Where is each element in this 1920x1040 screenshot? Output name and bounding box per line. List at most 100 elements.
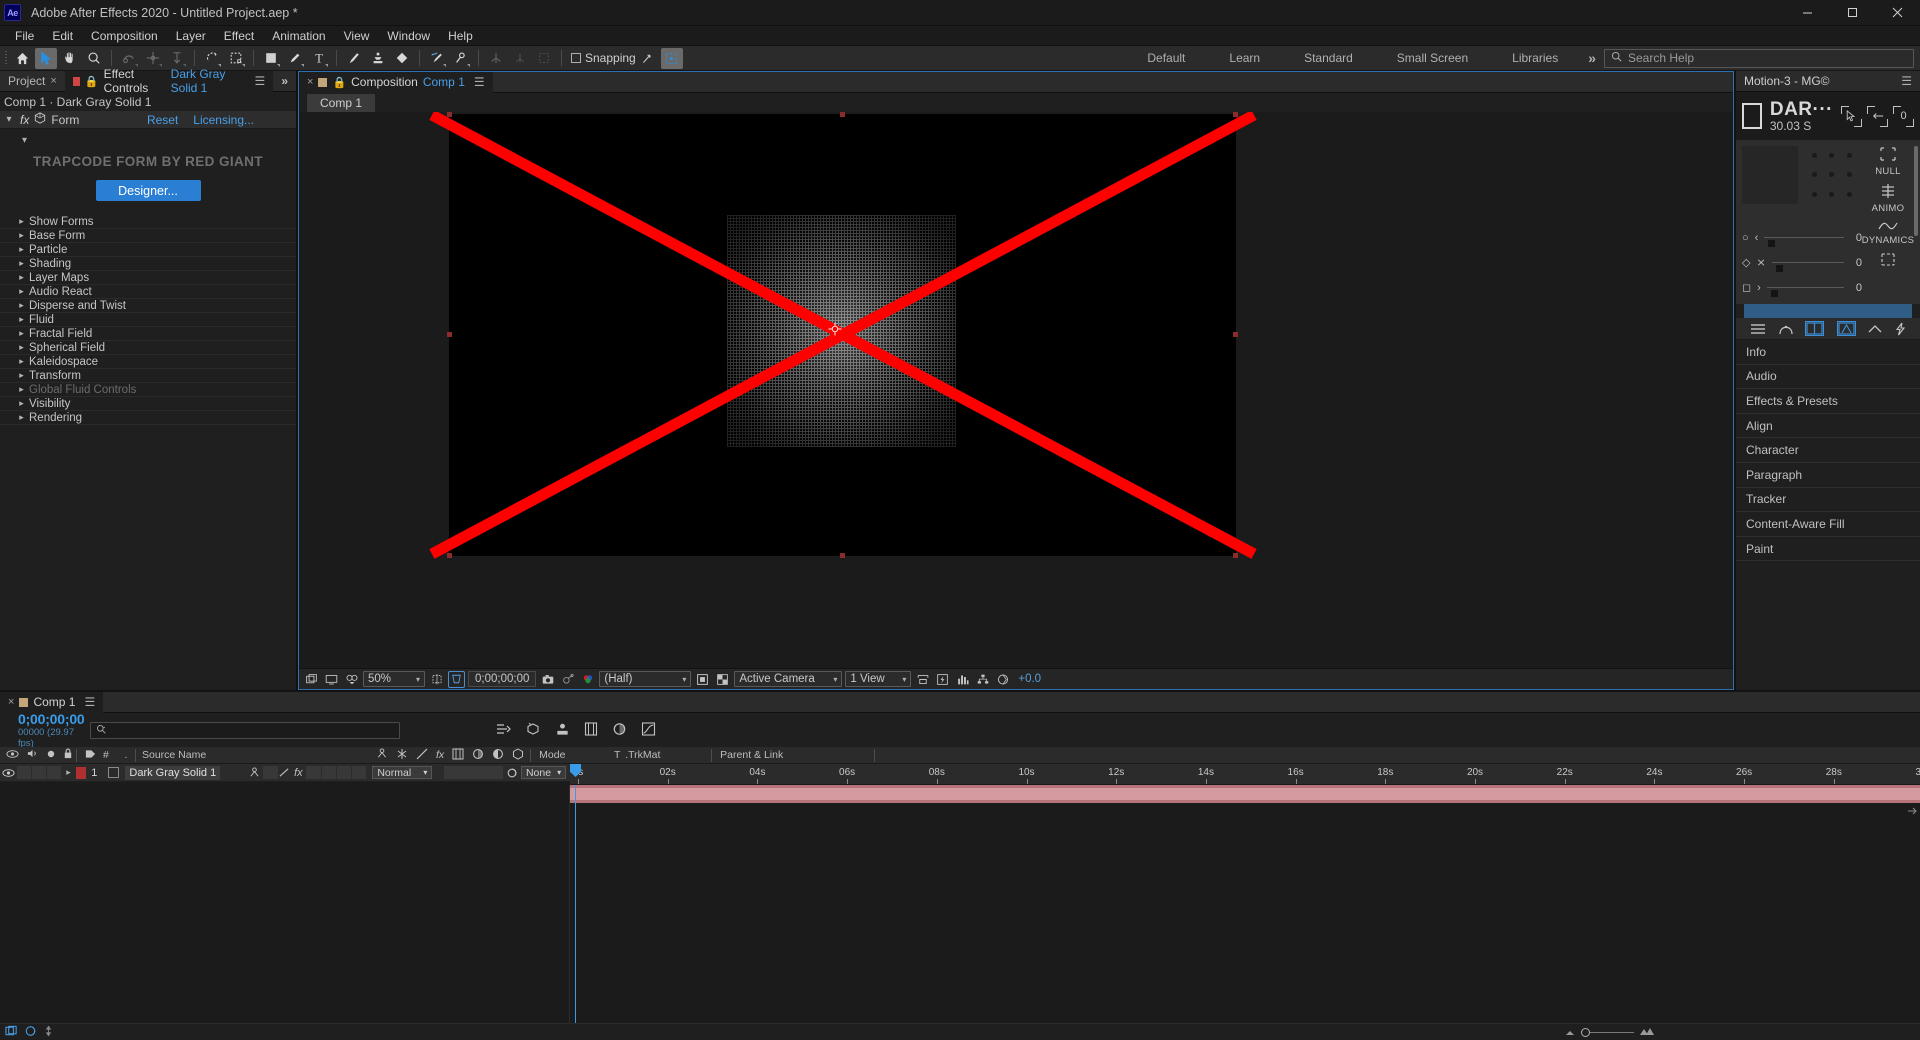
chevron-right-icon[interactable]: › [1757,282,1761,294]
dynamics-icon[interactable] [1878,220,1898,234]
layer-collapse-toggle[interactable] [263,766,278,779]
region-of-interest-toggle-icon[interactable] [694,671,711,688]
anchor-dot[interactable] [1841,185,1858,204]
puppet-pin-tool-icon[interactable] [450,48,472,69]
layer-parent-pickwhip-icon[interactable] [503,767,521,779]
panel-item-paragraph[interactable]: Paragraph [1736,463,1920,488]
graph-editor-icon[interactable] [641,721,656,739]
workspace-libraries[interactable]: Libraries [1490,46,1580,71]
chevron-right-icon[interactable]: ▸ [17,356,26,367]
panel-item-paint[interactable]: Paint [1736,537,1920,562]
region-of-interest-icon[interactable] [448,670,465,688]
chevron-right-icon[interactable]: ▸ [17,230,26,241]
graph-editor-toggle-icon[interactable] [24,1025,37,1040]
workspace-small-screen[interactable]: Small Screen [1375,46,1490,71]
search-help-input[interactable] [1628,51,1907,65]
collapse-transform-icon[interactable] [396,748,408,763]
lock-icon[interactable]: 🔒 [85,75,99,88]
chevron-right-icon[interactable]: ▸ [17,412,26,423]
lock-icon[interactable]: 🔒 [332,76,346,89]
transform-box-icon[interactable] [660,47,683,69]
anchor-dot[interactable] [1806,146,1823,165]
rectangle-tool-icon[interactable] [260,48,282,69]
resolution-select[interactable]: (Half) ▾ [599,671,692,687]
label-color-icon[interactable] [85,749,96,762]
layer-audio-toggle[interactable] [16,766,31,779]
layer-3d-toggle[interactable] [352,766,367,779]
menu-composition[interactable]: Composition [82,27,167,45]
comp-flowchart-icon[interactable] [974,671,991,688]
diamond-icon[interactable]: ◇ [1742,256,1750,269]
panel-menu-icon[interactable]: ☰ [1901,74,1912,88]
arrow-left-icon[interactable] [1867,105,1888,127]
close-icon[interactable] [1875,0,1920,26]
motion-scrollbar[interactable] [1914,146,1918,236]
solo-icon[interactable] [46,749,56,762]
chevron-down-icon[interactable]: ▾ [3,114,15,125]
monitor-icon[interactable] [323,671,340,688]
property-layer-maps[interactable]: ▸ Layer Maps [0,271,296,285]
playhead[interactable] [570,764,581,1023]
circle-icon[interactable]: ○ [1742,232,1749,244]
menu-edit[interactable]: Edit [43,27,82,45]
square-icon[interactable]: ◻ [1742,281,1751,294]
frame-blending-icon[interactable] [584,721,598,739]
arc-icon[interactable] [1779,323,1793,335]
anchor-dot[interactable] [1806,185,1823,204]
three-d-layer-icon[interactable] [512,747,524,763]
clone-stamp-tool-icon[interactable] [367,48,389,69]
always-preview-icon[interactable] [303,671,320,688]
slider-row-rotation[interactable]: ◇ ⨯ 0 [1742,250,1862,275]
viewer-timecode[interactable]: 0;00;00;00 [468,671,537,687]
slider-track[interactable] [1766,287,1844,297]
panel-item-info[interactable]: Info [1736,340,1920,365]
tab-project[interactable]: Project × [0,71,65,92]
property-show-forms[interactable]: ▸ Show Forms [0,215,296,229]
pen-tool-icon[interactable] [284,48,306,69]
property-kaleidospace[interactable]: ▸ Kaleidospace [0,355,296,369]
selection-handle[interactable] [840,112,845,117]
pixel-aspect-icon[interactable] [914,671,931,688]
layer-parent-switch-icon[interactable] [247,767,262,778]
zoom-in-icon[interactable] [1639,1025,1655,1039]
workspace-standard[interactable]: Standard [1282,46,1375,71]
timeline-time-display[interactable]: 0;00;00;00 00000 (29.97 fps) [0,711,90,749]
selection-handle[interactable] [447,553,452,558]
grid-guides-icon[interactable] [428,671,445,688]
designer-button[interactable]: Designer... [95,180,201,201]
chevron-right-icon[interactable]: ▸ [17,244,26,255]
close-icon[interactable]: × [50,75,56,87]
layer-track-bar[interactable] [570,785,1920,803]
property-fluid[interactable]: ▸ Fluid [0,313,296,327]
property-transform[interactable]: ▸ Transform [0,369,296,383]
panel-menu-icon[interactable]: ☰ [84,695,95,709]
banner-collapse-icon[interactable]: ▾ [0,135,296,146]
property-audio-react[interactable]: ▸ Audio React [0,285,296,299]
chevron-right-icon[interactable]: ▸ [17,300,26,311]
lock-icon[interactable] [63,748,73,762]
frame-blend-col-icon[interactable] [452,748,464,763]
maximize-icon[interactable] [1830,0,1875,26]
workspace-learn[interactable]: Learn [1207,46,1282,71]
selection-handle[interactable] [840,553,845,558]
snap-arrow-icon[interactable] [637,48,659,69]
menu-view[interactable]: View [335,27,379,45]
property-global-fluid-controls[interactable]: ▸ Global Fluid Controls [0,383,296,397]
exposure-icon[interactable] [994,671,1011,688]
layer-motionblur-toggle[interactable] [321,766,336,779]
chevron-right-icon[interactable]: ▸ [17,286,26,297]
channels-icon[interactable] [579,671,596,688]
menu-lines-icon[interactable] [1750,323,1766,335]
zero-frame-icon[interactable]: 0 [1893,105,1914,127]
roto-brush-tool-icon[interactable] [426,48,448,69]
snapping-checkbox[interactable] [571,53,581,63]
subtab-comp-1[interactable]: Comp 1 [307,93,376,112]
bolt-icon[interactable] [1895,322,1906,336]
eye-icon[interactable] [6,749,19,762]
transparency-grid-icon[interactable] [714,671,731,688]
chevron-right-icon[interactable]: ▸ [17,314,26,325]
anchor-dot[interactable] [1841,146,1858,165]
selection-handle[interactable] [1233,112,1238,117]
layer-trkmat-select[interactable] [444,766,503,779]
licensing-link[interactable]: Licensing... [193,113,254,127]
